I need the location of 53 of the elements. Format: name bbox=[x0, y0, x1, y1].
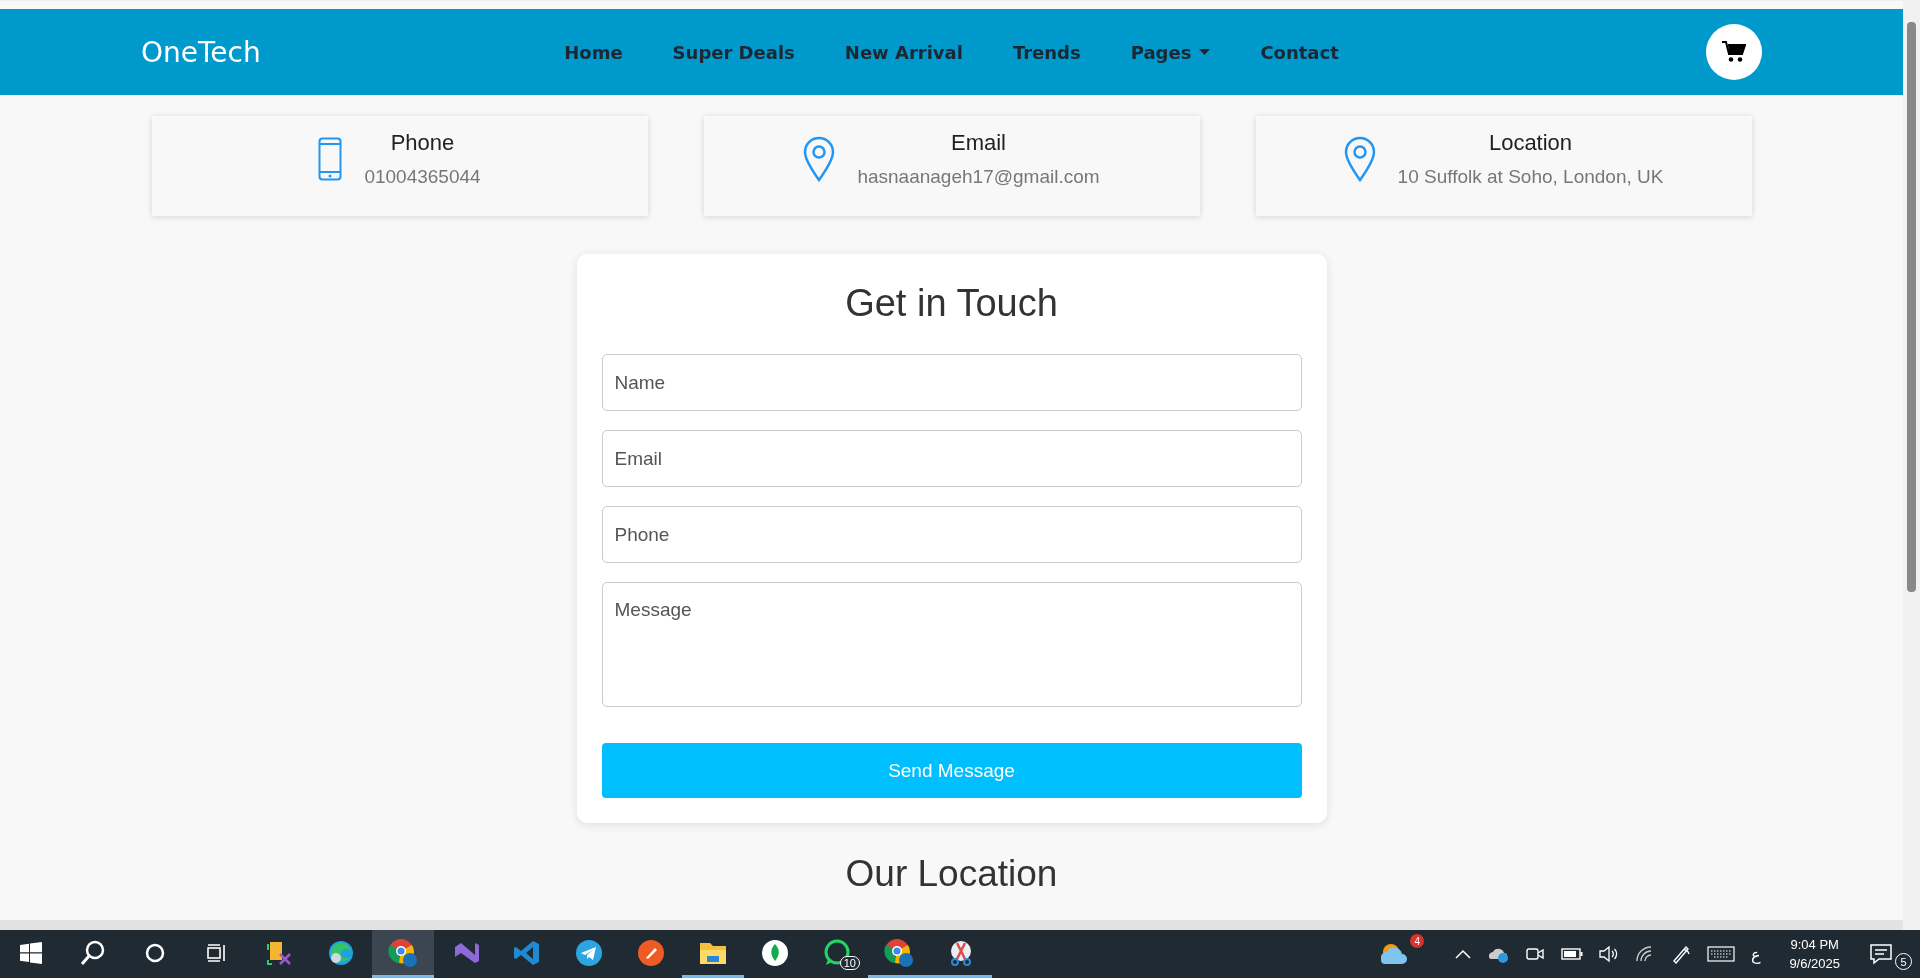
camera-icon[interactable] bbox=[1525, 945, 1546, 963]
clock[interactable]: 9:04 PM 9/6/2025 bbox=[1789, 937, 1840, 971]
code-editor-icon bbox=[513, 938, 541, 967]
chrome-icon bbox=[388, 937, 418, 968]
location-pin-icon bbox=[803, 136, 836, 182]
cart-icon bbox=[1722, 41, 1746, 63]
nav-link[interactable]: Super Deals bbox=[672, 41, 795, 63]
card-title: Location bbox=[1488, 130, 1573, 156]
language-indicator[interactable]: ع bbox=[1751, 944, 1762, 964]
pen-icon[interactable] bbox=[1671, 944, 1692, 964]
nav-dropdown[interactable]: Pages bbox=[1130, 41, 1211, 63]
postman-icon bbox=[637, 938, 665, 967]
nav-link[interactable]: New Arrival bbox=[844, 41, 963, 63]
message-field[interactable]: Message bbox=[601, 582, 1302, 707]
count-badge: 4 bbox=[1410, 934, 1425, 948]
tools-icon bbox=[266, 939, 292, 966]
leaf-icon bbox=[761, 938, 789, 967]
battery-icon[interactable] bbox=[1561, 948, 1584, 960]
telegram-icon bbox=[575, 938, 603, 967]
volume-icon[interactable] bbox=[1599, 946, 1620, 962]
task-view-icon bbox=[207, 942, 227, 963]
input-field[interactable]: Email bbox=[601, 430, 1302, 487]
caret-icon bbox=[1199, 49, 1211, 55]
card-title: Email bbox=[951, 130, 1006, 156]
taskbar-button[interactable]: 10 bbox=[806, 930, 868, 978]
form-title: Get in Touch bbox=[844, 282, 1059, 325]
keyboard-icon[interactable] bbox=[1707, 946, 1736, 962]
count-badge: 10 bbox=[839, 956, 860, 970]
notifications-button[interactable]: 5 bbox=[1868, 936, 1912, 972]
windows-icon bbox=[20, 941, 42, 964]
card-title: Phone bbox=[390, 130, 455, 156]
nav-link[interactable]: Home bbox=[564, 41, 623, 63]
horizontal-scrollbar[interactable] bbox=[0, 920, 1903, 930]
input-field[interactable]: Phone bbox=[601, 506, 1302, 563]
nav-link[interactable]: Contact bbox=[1260, 41, 1339, 63]
location-pin-icon bbox=[1343, 136, 1376, 182]
edge-icon bbox=[327, 938, 355, 967]
circle-icon bbox=[145, 942, 165, 963]
card-value: hasnaanageh17@gmail.com bbox=[857, 166, 1100, 188]
input-field[interactable]: Name bbox=[601, 354, 1302, 411]
section-title: Our Location bbox=[844, 853, 1059, 895]
cart-button[interactable] bbox=[1706, 24, 1762, 80]
phone-icon bbox=[318, 137, 343, 181]
vertical-scrollbar[interactable] bbox=[1903, 0, 1920, 930]
chevron-up-icon[interactable] bbox=[1455, 949, 1472, 959]
weather-icon[interactable] bbox=[1381, 942, 1410, 966]
search-icon bbox=[80, 939, 106, 966]
brand-logo[interactable]: OneTech bbox=[141, 35, 261, 69]
message-icon bbox=[1869, 943, 1893, 965]
card-value: 01004365044 bbox=[364, 166, 481, 188]
card-value: 10 Suffolk at Soho, London, UK bbox=[1397, 166, 1664, 188]
nav-link[interactable]: Trends bbox=[1012, 41, 1081, 63]
chrome-icon bbox=[884, 937, 914, 968]
